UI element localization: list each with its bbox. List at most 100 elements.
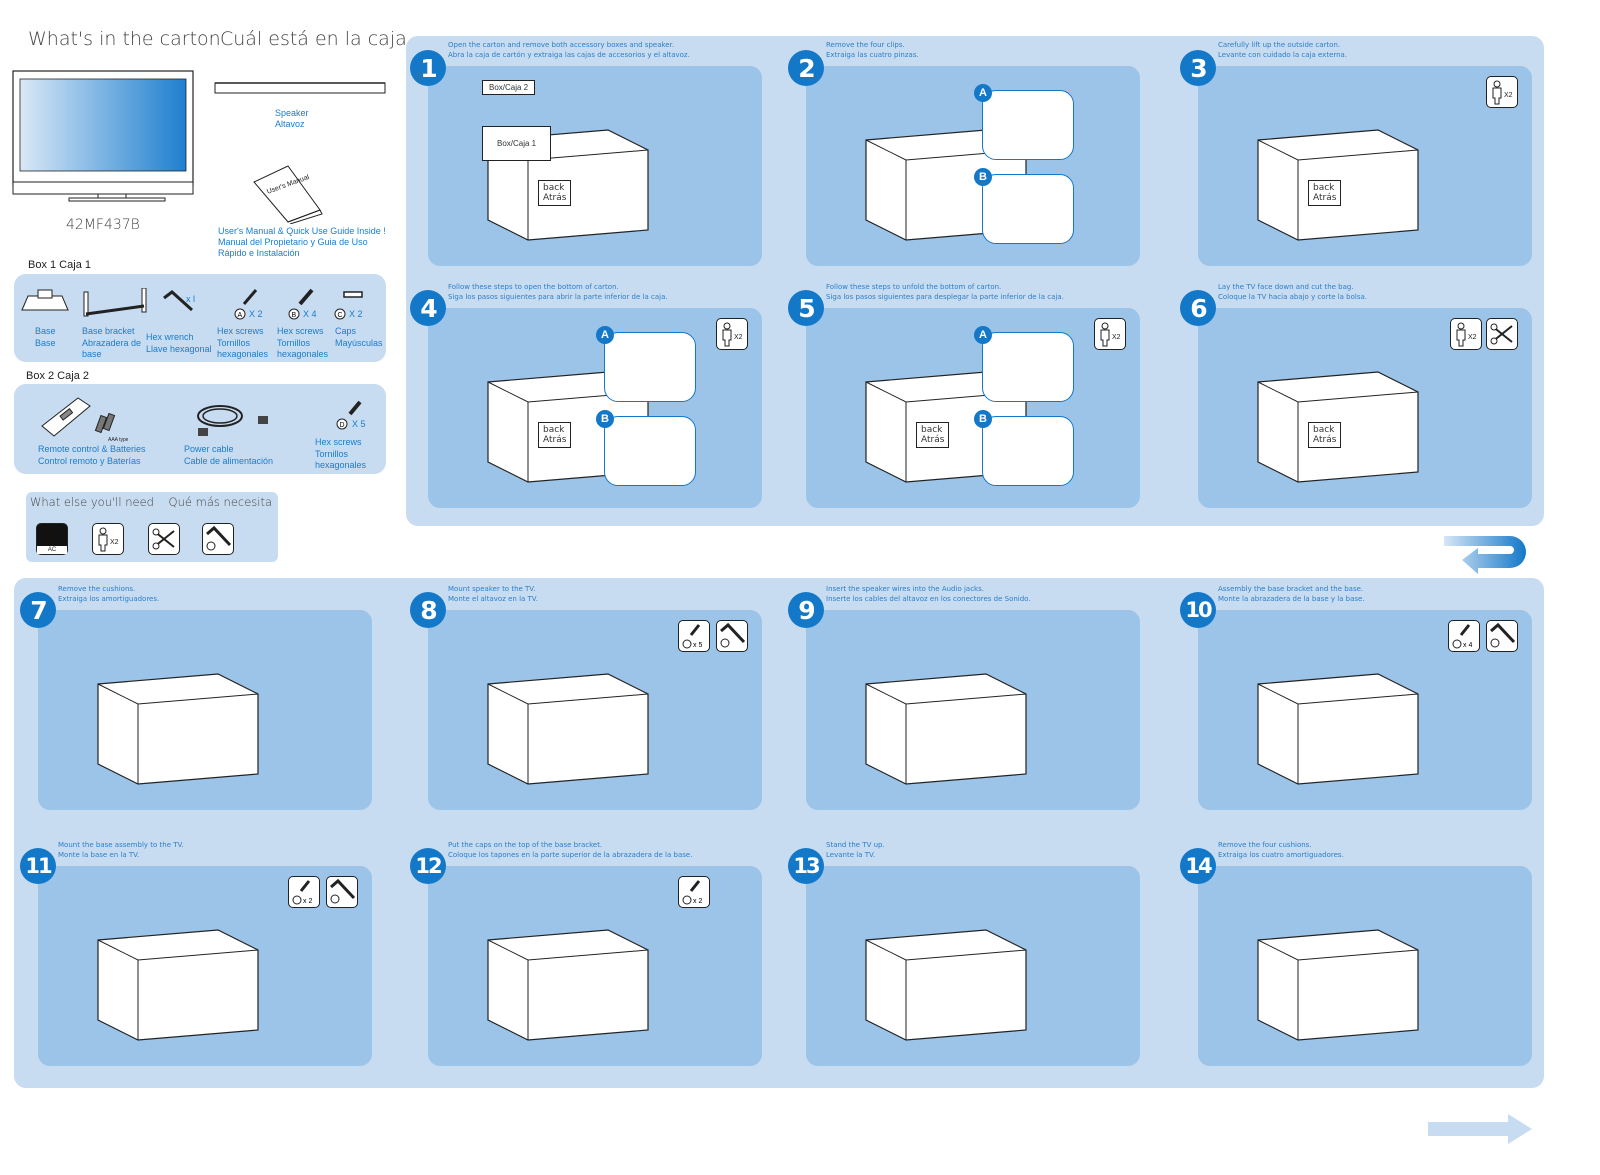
back-en: back	[543, 183, 565, 193]
step-text-es: Monte el altavoz en la TV.	[448, 595, 538, 603]
speaker-label-es: Altavoz	[275, 119, 305, 129]
need-title: What else you'll need Qué más necesita	[30, 495, 273, 509]
step-number-badge: 10	[1180, 592, 1216, 628]
screw-a-icon: A X 2	[234, 289, 263, 320]
svg-text:C: C	[338, 312, 343, 319]
two-persons-icon: X2	[92, 523, 124, 555]
manual-label-line: Rápido e Instalación	[218, 248, 300, 258]
step-number-badge: 12	[410, 848, 446, 884]
step-illustration	[1238, 332, 1438, 492]
item-line: Hex screws	[315, 437, 362, 447]
step-illustration	[78, 634, 278, 794]
svg-text:A: A	[238, 312, 243, 319]
step-text-en: Remove the four clips.	[826, 41, 905, 49]
step-illustration	[846, 634, 1046, 794]
item-line: hexagonales	[217, 349, 269, 359]
step-text-en: Follow these steps to open the bottom of…	[448, 283, 619, 291]
step-text-en: Carefully lift up the outside carton.	[1218, 41, 1341, 49]
speaker-label: Speaker Altavoz	[275, 108, 309, 130]
item-base-bracket: Base bracket Abrazadera de base	[82, 326, 141, 361]
item-line: Hex wrench	[146, 332, 194, 342]
speaker-illustration	[214, 80, 386, 94]
need-panel: What else you'll need Qué más necesita A…	[26, 492, 278, 562]
item-hex-screws-d: Hex screws Tornillos hexagonales	[315, 437, 366, 472]
tv-illustration	[12, 70, 194, 202]
step-instructions: Stand the TV up. Levante la TV.	[826, 840, 885, 860]
back-es: Atrás	[1313, 193, 1337, 203]
step-number-badge: 13	[788, 848, 824, 884]
remote-control-icon: AAA type x2	[41, 397, 128, 442]
back-label: back Atrás	[1308, 422, 1342, 448]
step-illustration	[468, 90, 668, 250]
back-label: back Atrás	[538, 180, 572, 206]
screw-d-icon: D X 5	[336, 400, 366, 430]
step-instructions: Open the carton and remove both accessor…	[448, 40, 690, 60]
item-line: Hex screws	[217, 326, 264, 336]
next-page-arrow-icon[interactable]	[1428, 1114, 1532, 1144]
step-text-es: Extraiga los cuatro amortiguadores.	[1218, 851, 1344, 859]
item-hex-wrench: Hex wrench Llave hexagonal	[146, 332, 212, 355]
item-base: Base Base	[35, 326, 56, 349]
step-number-badge: 14	[1180, 848, 1216, 884]
step-number-badge: 8	[410, 592, 446, 628]
step-text-es: Monte la abrazadera de la base y la base…	[1218, 595, 1365, 603]
step-instructions: Mount the base assembly to the TV. Monte …	[58, 840, 184, 860]
detail-inset-a	[604, 332, 696, 402]
item-line: Tornillos	[315, 448, 349, 459]
detail-letter-badge: A	[596, 326, 614, 344]
detail-letter-badge: A	[974, 326, 992, 344]
back-label: back Atrás	[538, 422, 572, 448]
detail-inset-a	[982, 332, 1074, 402]
step-number-badge: 5	[788, 290, 824, 326]
svg-text:x l: x l	[186, 294, 195, 304]
box1-panel: x l A X 2 B X 4 C X 2 Base Base Base bracket…	[14, 274, 386, 362]
item-hex-screws-b: Hex screws Tornillos hexagonales	[277, 326, 328, 361]
hex-key-icon	[326, 876, 358, 908]
step-text-es: Levante con cuidado la caja externa.	[1218, 51, 1348, 59]
item-line: base	[82, 349, 102, 359]
step-text-es: Siga los pasos siguientes para abrir la …	[448, 293, 668, 301]
battery-note: AAA type x2	[108, 437, 128, 442]
step-number-badge: 9	[788, 592, 824, 628]
back-en: back	[1313, 425, 1335, 435]
item-line: Power cable	[184, 444, 234, 454]
step-instructions: Remove the four cushions. Extraiga los cu…	[1218, 840, 1344, 860]
continue-arrow-icon	[1444, 532, 1534, 574]
svg-text:B: B	[292, 312, 297, 319]
item-line: Remote control & Batteries	[38, 444, 146, 454]
detail-inset-b	[604, 416, 696, 486]
persons-count: X2	[1468, 334, 1477, 341]
item-line: Caps	[335, 326, 357, 336]
ac-label: AC	[37, 546, 67, 554]
step-text-en: Lay the TV face down and cut the bag.	[1218, 283, 1354, 291]
svg-text:X 4: X 4	[303, 309, 317, 319]
back-label: back Atrás	[916, 422, 950, 448]
screw-qty: x 2	[303, 898, 312, 905]
box1-title: Box 1 Caja 1	[28, 259, 91, 271]
scissors-icon	[148, 523, 180, 555]
step-number-badge: 4	[410, 290, 446, 326]
step-instructions: Remove the cushions. Extraiga los amortig…	[58, 584, 159, 604]
detail-inset-b	[982, 174, 1074, 244]
persons-count: X2	[1504, 92, 1513, 99]
manual-illustration: User's Manual	[248, 162, 328, 225]
step-text-en: Insert the speaker wires into the Audio …	[826, 585, 984, 593]
speaker-label-en: Speaker	[275, 108, 309, 118]
step-text-es: Siga los pasos siguientes para desplegar…	[826, 293, 1064, 301]
box2-title: Box 2 Caja 2	[26, 370, 89, 382]
detail-letter-badge: B	[974, 168, 992, 186]
screw-b-icon: x 4	[1448, 620, 1480, 652]
step-instructions: Remove the four clips. Extraiga las cuatr…	[826, 40, 919, 60]
step-text-en: Put the caps on the top of the base brac…	[448, 841, 603, 849]
detail-letter-badge: B	[596, 410, 614, 428]
scissors-icon	[1486, 318, 1518, 350]
screw-qty: x 5	[693, 642, 702, 649]
step-number-badge: 7	[20, 592, 56, 628]
detail-inset-a	[982, 90, 1074, 160]
step-instructions: Mount speaker to the TV. Monte el altavoz…	[448, 584, 538, 604]
step-instructions: Follow these steps to open the bottom of…	[448, 282, 668, 302]
step-number-badge: 11	[20, 848, 56, 884]
item-line: Control remoto y Baterías	[38, 455, 141, 466]
cap-c-icon: C X 2	[334, 291, 363, 320]
two-persons-icon: X2	[716, 318, 748, 350]
